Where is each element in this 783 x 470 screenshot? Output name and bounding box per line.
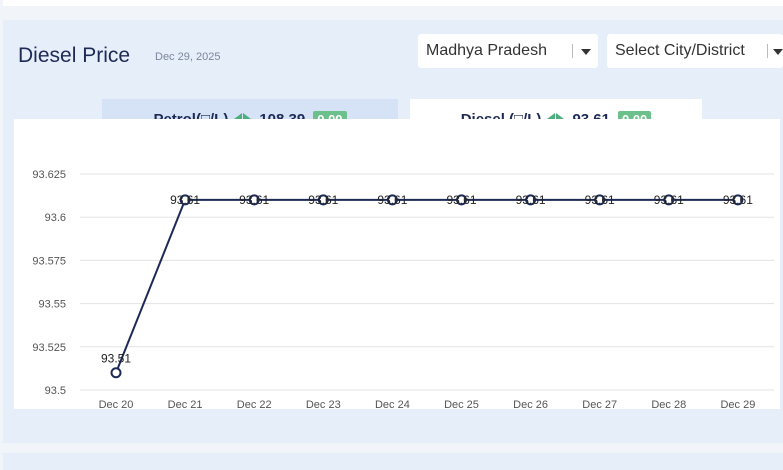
data-label: 93.61 bbox=[654, 193, 684, 207]
x-tick-label: Dec 21 bbox=[168, 399, 203, 409]
data-label: 93.61 bbox=[516, 193, 546, 207]
y-tick-label: 93.525 bbox=[32, 342, 66, 354]
data-label: 93.61 bbox=[308, 193, 338, 207]
data-label: 93.61 bbox=[446, 193, 476, 207]
x-tick-label: Dec 25 bbox=[444, 399, 479, 409]
data-label: 93.61 bbox=[170, 193, 200, 207]
city-select[interactable]: Select City/District bbox=[607, 34, 783, 68]
state-select[interactable]: Madhya Pradesh bbox=[418, 34, 598, 68]
x-tick-label: Dec 26 bbox=[513, 399, 548, 409]
x-tick-label: Dec 29 bbox=[720, 399, 755, 409]
chevron-down-icon[interactable] bbox=[773, 49, 783, 55]
y-tick-label: 93.5 bbox=[45, 385, 66, 397]
x-tick-label: Dec 20 bbox=[99, 399, 134, 409]
city-select-value: Select City/District bbox=[615, 42, 745, 59]
data-label: 93.61 bbox=[585, 193, 615, 207]
x-tick-label: Dec 28 bbox=[651, 399, 686, 409]
page-title: Diesel Price bbox=[18, 44, 131, 67]
y-tick-label: 93.55 bbox=[38, 299, 66, 311]
data-label: 93.51 bbox=[101, 352, 131, 366]
price-line-chart: 93.5 93.525 93.55 93.575 93.6 93.625 Dec 20 Dec… bbox=[32, 169, 774, 409]
data-label: 93.61 bbox=[239, 193, 269, 207]
page-date: Dec 29, 2025 bbox=[155, 51, 221, 63]
y-tick-label: 93.625 bbox=[32, 169, 66, 181]
data-point bbox=[110, 367, 122, 379]
city-select-separator bbox=[767, 44, 768, 58]
bottom-card-edge bbox=[3, 453, 783, 470]
x-tick-label: Dec 22 bbox=[237, 399, 272, 409]
price-chart-card: 93.5 93.525 93.55 93.575 93.6 93.625 Dec 20 Dec… bbox=[14, 119, 780, 409]
top-card-edge bbox=[3, 0, 783, 6]
data-label: 93.61 bbox=[377, 193, 407, 207]
x-tick-label: Dec 23 bbox=[306, 399, 341, 409]
data-label: 93.61 bbox=[723, 193, 753, 207]
x-tick-label: Dec 27 bbox=[582, 399, 617, 409]
y-tick-label: 93.6 bbox=[45, 212, 66, 224]
chevron-down-icon[interactable] bbox=[581, 49, 591, 55]
y-tick-label: 93.575 bbox=[32, 255, 66, 267]
state-select-value: Madhya Pradesh bbox=[426, 42, 547, 59]
x-tick-label: Dec 24 bbox=[375, 399, 410, 409]
state-select-separator bbox=[572, 44, 573, 58]
